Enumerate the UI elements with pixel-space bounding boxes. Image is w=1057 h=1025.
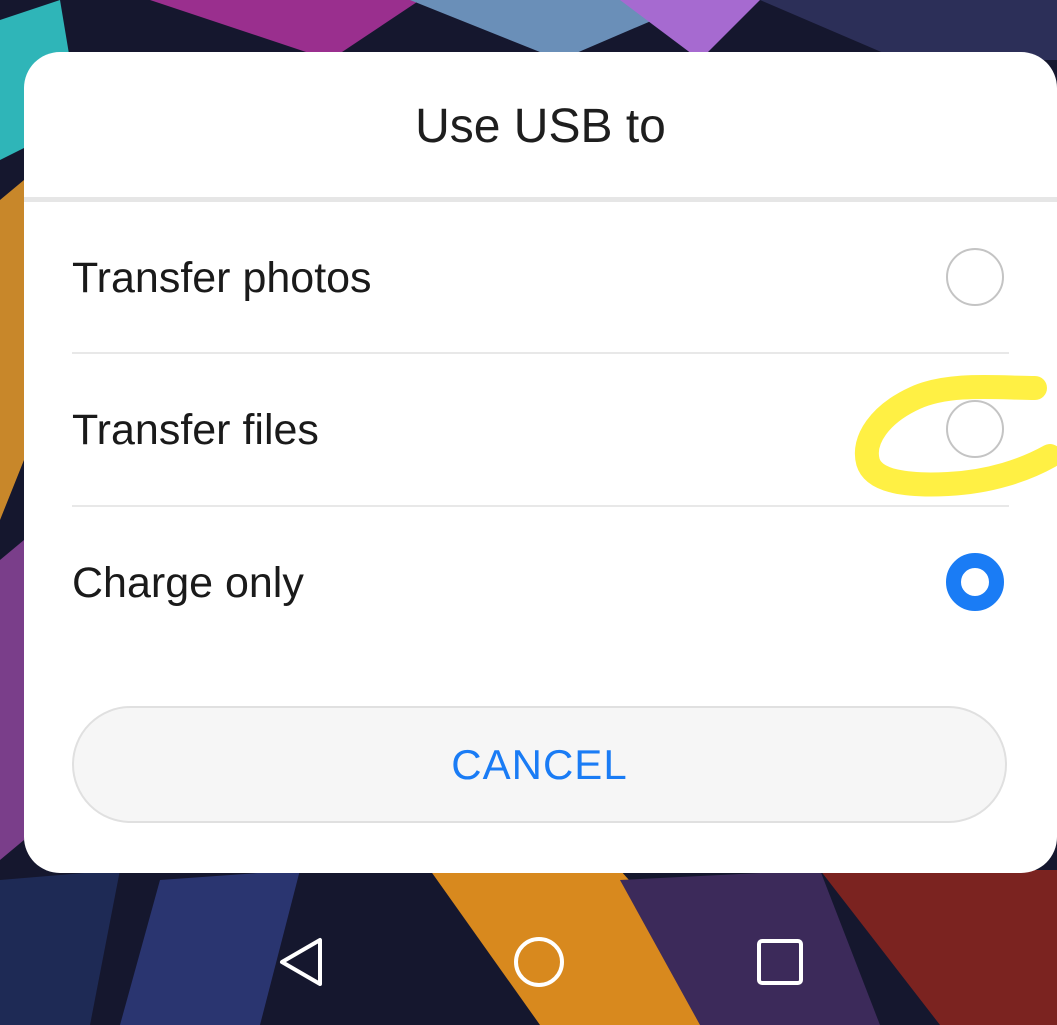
back-icon[interactable] [270,932,330,992]
recents-icon[interactable] [750,932,810,992]
radio-transfer-photos[interactable] [946,248,1004,306]
radio-charge-only[interactable] [946,553,1004,611]
navigation-bar [0,910,1057,1020]
option-transfer-photos[interactable]: Transfer photos [72,202,1009,354]
cancel-button[interactable]: CANCEL [72,706,1007,823]
option-charge-only[interactable]: Charge only [72,507,1009,659]
option-label-charge-only: Charge only [72,559,304,607]
option-transfer-files[interactable]: Transfer files [72,354,1009,506]
dialog-title: Use USB to [415,100,666,153]
option-label-transfer-photos: Transfer photos [72,254,372,302]
usb-mode-dialog: Use USB to Transfer photos Transfer file… [24,52,1057,873]
radio-transfer-files[interactable] [946,400,1004,458]
option-label-transfer-files: Transfer files [72,406,319,454]
home-icon[interactable] [509,932,569,992]
